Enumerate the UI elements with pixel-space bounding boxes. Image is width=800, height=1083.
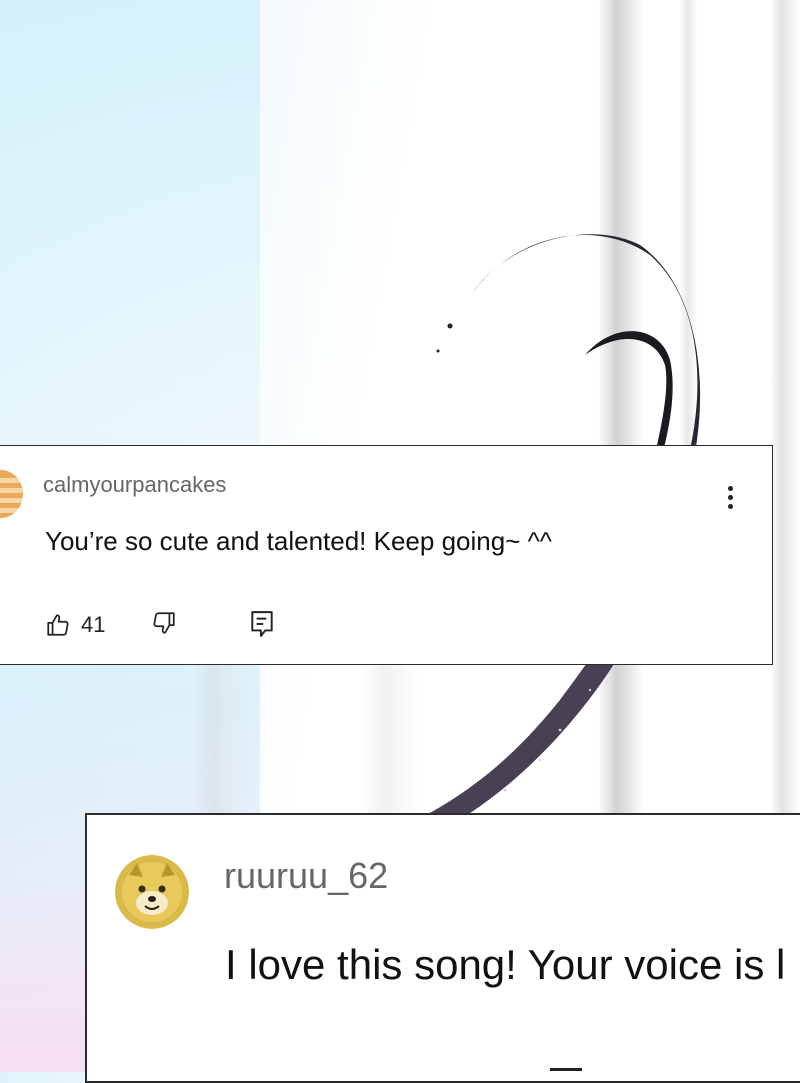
dislike-button[interactable] (151, 610, 181, 640)
partial-icon-edge (550, 1068, 582, 1071)
thumbs-down-icon (153, 612, 175, 634)
shiba-dog-avatar[interactable] (115, 855, 189, 929)
pancake-avatar[interactable] (0, 470, 23, 518)
comment-text: You’re so cute and talented! Keep going~… (45, 526, 552, 556)
comment-username[interactable]: ruuruu_62 (224, 855, 388, 897)
reply-comment-icon (251, 611, 273, 637)
like-button[interactable]: 41 (45, 610, 105, 640)
reply-button[interactable] (249, 610, 279, 640)
comment-card: calmyourpancakes You’re so cute and tale… (0, 445, 773, 665)
like-count: 41 (81, 612, 106, 637)
comment-text: I love this song! Your voice is l (225, 941, 786, 988)
comment-card: ruuruu_62 I love this song! Your voice i… (85, 813, 800, 1083)
thumbs-up-icon (47, 614, 69, 636)
more-vertical-icon[interactable] (717, 480, 743, 514)
comment-username[interactable]: calmyourpancakes (43, 472, 226, 498)
